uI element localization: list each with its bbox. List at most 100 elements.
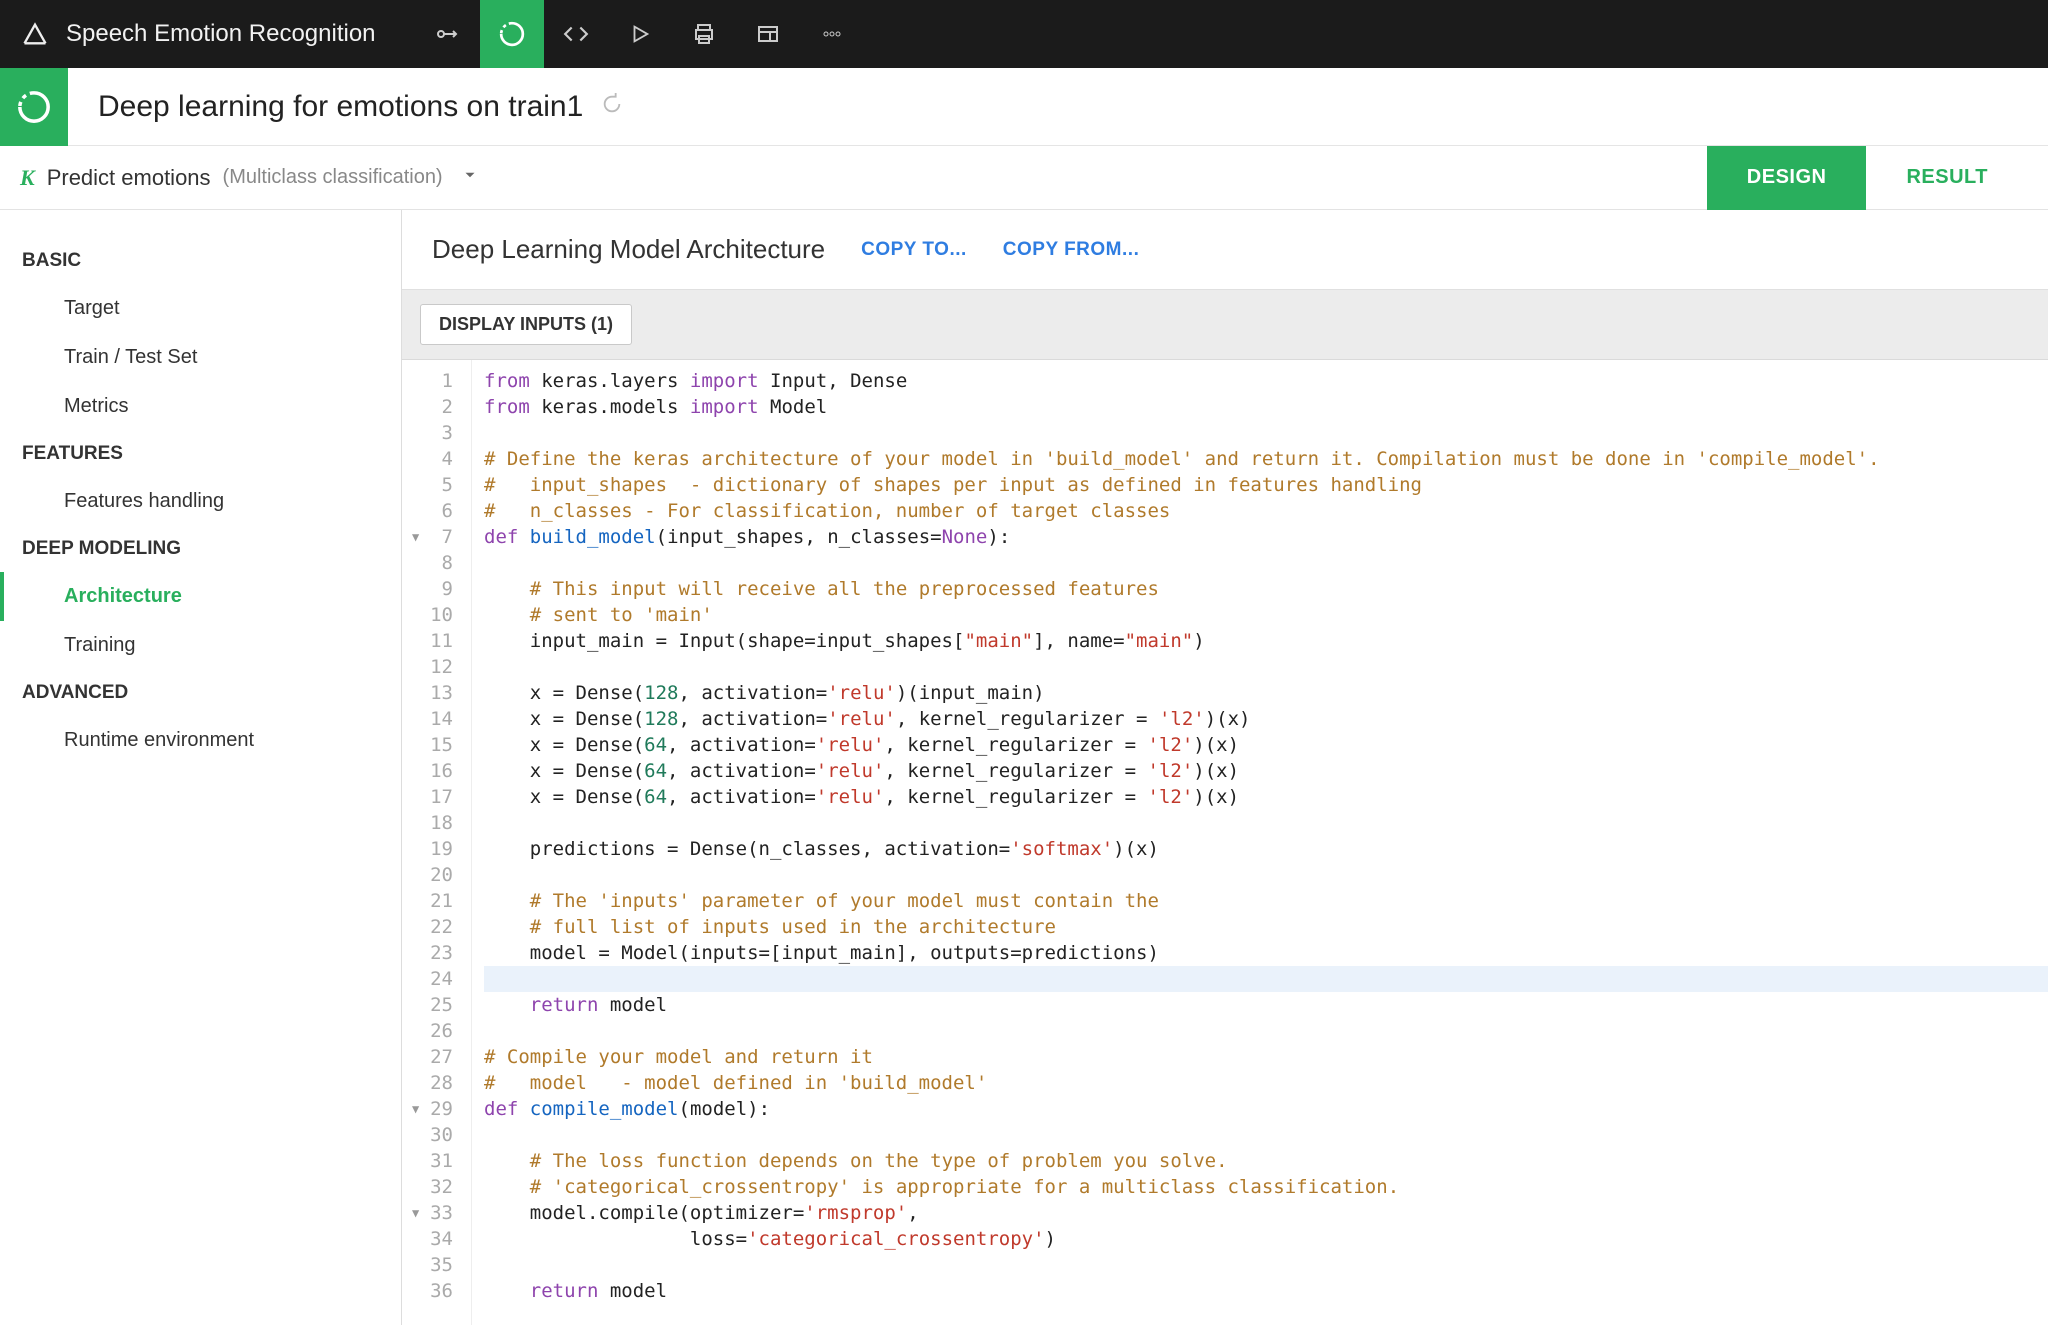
- sidebar-item-runtime-environment[interactable]: Runtime environment: [0, 716, 401, 765]
- code-line[interactable]: return model: [484, 992, 2048, 1018]
- subheader: K Predict emotions (Multiclass classific…: [0, 146, 2048, 210]
- app-logo-icon[interactable]: [12, 20, 58, 48]
- chevron-down-icon: [461, 166, 479, 189]
- code-line[interactable]: # input_shapes - dictionary of shapes pe…: [484, 472, 2048, 498]
- code-line[interactable]: x = Dense(64, activation='relu', kernel_…: [484, 784, 2048, 810]
- code-line[interactable]: # The 'inputs' parameter of your model m…: [484, 888, 2048, 914]
- gutter-line: 33▼: [410, 1200, 453, 1226]
- display-inputs-button[interactable]: DISPLAY INPUTS (1): [420, 304, 632, 345]
- task-subtype: (Multiclass classification): [223, 166, 443, 189]
- sidebar-item-training[interactable]: Training: [0, 621, 401, 670]
- copy-from-link[interactable]: COPY FROM...: [1003, 239, 1140, 261]
- sidebar-item-metrics[interactable]: Metrics: [0, 382, 401, 431]
- gutter-line: 34: [410, 1226, 453, 1252]
- task-selector[interactable]: K Predict emotions (Multiclass classific…: [20, 165, 479, 191]
- view-tabs: DESIGN RESULT: [1707, 146, 2028, 210]
- k-icon: K: [20, 165, 35, 191]
- code-line[interactable]: predictions = Dense(n_classes, activatio…: [484, 836, 2048, 862]
- fold-marker-icon[interactable]: ▼: [412, 1096, 419, 1122]
- code-editor[interactable]: 1234567▼89101112131415161718192021222324…: [402, 360, 2048, 1325]
- code-line[interactable]: # The loss function depends on the type …: [484, 1148, 2048, 1174]
- gutter-line: 24: [410, 966, 453, 992]
- gutter-line: 7▼: [410, 524, 453, 550]
- panel-icon[interactable]: [736, 0, 800, 68]
- gutter-line: 31: [410, 1148, 453, 1174]
- code-line[interactable]: # This input will receive all the prepro…: [484, 576, 2048, 602]
- code-line[interactable]: from keras.models import Model: [484, 394, 2048, 420]
- code-icon[interactable]: [544, 0, 608, 68]
- gutter-line: 28: [410, 1070, 453, 1096]
- gutter-line: 13: [410, 680, 453, 706]
- code-line[interactable]: # full list of inputs used in the archit…: [484, 914, 2048, 940]
- gutter-line: 29▼: [410, 1096, 453, 1122]
- sidebar-group: ADVANCED: [0, 670, 401, 716]
- code-line[interactable]: [484, 1122, 2048, 1148]
- print-icon[interactable]: [672, 0, 736, 68]
- lab-icon[interactable]: [480, 0, 544, 68]
- code-line[interactable]: # Compile your model and return it: [484, 1044, 2048, 1070]
- title-row: Deep learning for emotions on train1: [0, 68, 2048, 146]
- code-line[interactable]: # n_classes - For classification, number…: [484, 498, 2048, 524]
- model-type-icon[interactable]: [0, 68, 68, 146]
- code-line[interactable]: [484, 1252, 2048, 1278]
- gutter-line: 23: [410, 940, 453, 966]
- gutter-line: 3: [410, 420, 453, 446]
- gutter-line: 4: [410, 446, 453, 472]
- content: Deep Learning Model Architecture COPY TO…: [402, 210, 2048, 1325]
- gutter-line: 30: [410, 1122, 453, 1148]
- code-line[interactable]: # sent to 'main': [484, 602, 2048, 628]
- code-line[interactable]: [484, 1018, 2048, 1044]
- gutter-line: 15: [410, 732, 453, 758]
- code-line[interactable]: return model: [484, 1278, 2048, 1304]
- run-icon[interactable]: [608, 0, 672, 68]
- code-line[interactable]: [484, 654, 2048, 680]
- code-line[interactable]: from keras.layers import Input, Dense: [484, 368, 2048, 394]
- code-line[interactable]: model.compile(optimizer='rmsprop',: [484, 1200, 2048, 1226]
- code-line[interactable]: x = Dense(64, activation='relu', kernel_…: [484, 732, 2048, 758]
- panel-heading: Deep Learning Model Architecture: [432, 234, 825, 265]
- panel-header: Deep Learning Model Architecture COPY TO…: [402, 210, 2048, 290]
- gutter-line: 26: [410, 1018, 453, 1044]
- refresh-icon[interactable]: [601, 93, 623, 120]
- code-line[interactable]: [484, 420, 2048, 446]
- code-line[interactable]: # 'categorical_crossentropy' is appropri…: [484, 1174, 2048, 1200]
- fold-marker-icon[interactable]: ▼: [412, 1200, 419, 1226]
- code-line[interactable]: x = Dense(128, activation='relu', kernel…: [484, 706, 2048, 732]
- tab-result[interactable]: RESULT: [1866, 146, 2028, 210]
- code-line[interactable]: [484, 862, 2048, 888]
- code-line[interactable]: x = Dense(64, activation='relu', kernel_…: [484, 758, 2048, 784]
- code-line[interactable]: def compile_model(model):: [484, 1096, 2048, 1122]
- gutter-line: 16: [410, 758, 453, 784]
- gutter-line: 27: [410, 1044, 453, 1070]
- sidebar-item-architecture[interactable]: Architecture: [0, 572, 401, 621]
- code-line[interactable]: # model - model defined in 'build_model': [484, 1070, 2048, 1096]
- display-inputs-row: DISPLAY INPUTS (1): [402, 290, 2048, 360]
- gutter-line: 12: [410, 654, 453, 680]
- gutter-line: 5: [410, 472, 453, 498]
- gutter-line: 35: [410, 1252, 453, 1278]
- sidebar-item-target[interactable]: Target: [0, 284, 401, 333]
- code-line[interactable]: input_main = Input(shape=input_shapes["m…: [484, 628, 2048, 654]
- flow-icon[interactable]: [416, 0, 480, 68]
- code-line[interactable]: [484, 550, 2048, 576]
- code-line[interactable]: def build_model(input_shapes, n_classes=…: [484, 524, 2048, 550]
- tab-design[interactable]: DESIGN: [1707, 146, 1867, 210]
- gutter-line: 19: [410, 836, 453, 862]
- code-line[interactable]: x = Dense(128, activation='relu')(input_…: [484, 680, 2048, 706]
- code-line[interactable]: [484, 966, 2048, 992]
- code-line[interactable]: model = Model(inputs=[input_main], outpu…: [484, 940, 2048, 966]
- gutter-line: 8: [410, 550, 453, 576]
- sidebar-item-features-handling[interactable]: Features handling: [0, 477, 401, 526]
- copy-to-link[interactable]: COPY TO...: [861, 239, 967, 261]
- gutter-line: 1: [410, 368, 453, 394]
- more-icon[interactable]: [800, 0, 864, 68]
- sidebar-item-train-test-set[interactable]: Train / Test Set: [0, 333, 401, 382]
- task-name: Predict emotions: [47, 165, 211, 191]
- gutter-line: 25: [410, 992, 453, 1018]
- code-line[interactable]: loss='categorical_crossentropy'): [484, 1226, 2048, 1252]
- code-line[interactable]: [484, 810, 2048, 836]
- code-line[interactable]: # Define the keras architecture of your …: [484, 446, 2048, 472]
- project-name[interactable]: Speech Emotion Recognition: [66, 20, 376, 48]
- editor-code[interactable]: from keras.layers import Input, Densefro…: [472, 360, 2048, 1325]
- fold-marker-icon[interactable]: ▼: [412, 524, 419, 550]
